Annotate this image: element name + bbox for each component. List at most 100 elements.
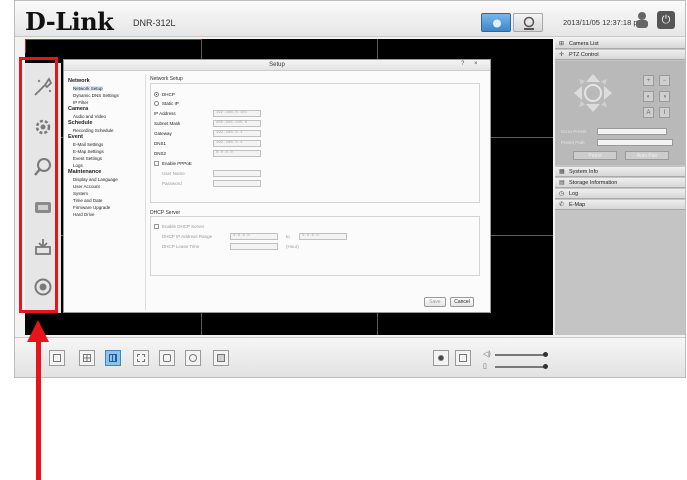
logout-power-icon[interactable]: ⏻ bbox=[657, 11, 675, 29]
camera-list-tab[interactable]: ⊞ Camera List bbox=[555, 39, 685, 49]
focus-near-icon[interactable]: ◐ bbox=[643, 91, 654, 102]
layout-nine-icon[interactable] bbox=[105, 350, 121, 366]
dns1-field[interactable]: 192.168.0.1 bbox=[213, 140, 261, 147]
username-field[interactable] bbox=[213, 170, 261, 177]
menu-item-display-language[interactable]: Display and Language bbox=[73, 177, 118, 182]
iris-close-icon[interactable]: I bbox=[659, 107, 670, 118]
volume-knob[interactable] bbox=[543, 352, 548, 357]
menu-item-event-settings[interactable]: Event Settings bbox=[73, 156, 102, 161]
pppoe-checkbox[interactable] bbox=[154, 161, 159, 166]
emap-icon: ✆ bbox=[559, 202, 565, 208]
emap-tab[interactable]: ✆ E-Map bbox=[555, 200, 685, 210]
selected-channel-frame bbox=[25, 39, 202, 53]
ptz-direction-pad[interactable] bbox=[573, 73, 613, 113]
zoom-in-icon[interactable]: + bbox=[643, 75, 654, 86]
setup-content: Network Setup DHCP Static IP IP Address … bbox=[145, 74, 487, 310]
playback-button[interactable] bbox=[513, 13, 543, 32]
dhcp-range-start-field[interactable]: 0.0.0.0 bbox=[230, 233, 278, 240]
menu-item-logs[interactable]: Logs bbox=[73, 163, 83, 168]
menu-item-user-account[interactable]: User Account bbox=[73, 184, 100, 189]
enable-dhcp-server-label: Enable DHCP Server bbox=[162, 224, 205, 229]
static-ip-radio[interactable] bbox=[154, 101, 159, 106]
help-icon[interactable]: ? bbox=[461, 61, 464, 67]
dns2-label: DNS2 bbox=[154, 151, 167, 156]
iris-open-icon[interactable]: A bbox=[643, 107, 654, 118]
menu-item-audio-video[interactable]: Audio and Video bbox=[73, 114, 106, 119]
password-label: Password bbox=[162, 181, 182, 186]
static-ip-label: Static IP bbox=[162, 101, 179, 106]
mic-slider[interactable] bbox=[495, 366, 545, 368]
layout-quad-icon[interactable] bbox=[79, 350, 95, 366]
mic-icon[interactable]: ▯ bbox=[483, 362, 487, 370]
top-header: D-Link DNR-312L 2013/11/05 12:37:18 pm ⏻ bbox=[15, 1, 685, 37]
goto-preset-select[interactable] bbox=[597, 128, 667, 135]
network-setup-title: Network Setup bbox=[150, 76, 183, 82]
menu-item-ip-filter[interactable]: IP Filter bbox=[73, 100, 88, 105]
cancel-button[interactable]: Cancel bbox=[450, 297, 474, 307]
zoom-out-icon[interactable]: − bbox=[659, 75, 670, 86]
menu-item-hard-drive[interactable]: Hard Drive bbox=[73, 212, 95, 217]
sequence-icon[interactable] bbox=[185, 350, 201, 366]
highlight-box bbox=[19, 57, 58, 313]
live-view-icon bbox=[493, 19, 501, 28]
speaker-icon[interactable]: ◁) bbox=[483, 350, 491, 358]
preset-path-select[interactable] bbox=[597, 139, 673, 146]
storage-info-label: Storage Information bbox=[569, 180, 618, 186]
layout-split-icon[interactable] bbox=[159, 350, 175, 366]
volume-slider[interactable] bbox=[495, 354, 545, 356]
log-tab[interactable]: ◷ Log bbox=[555, 189, 685, 199]
system-info-tab[interactable]: ▦ System Info bbox=[555, 167, 685, 177]
emap-label: E-Map bbox=[569, 202, 586, 208]
log-label: Log bbox=[569, 191, 579, 197]
model-name: DNR-312L bbox=[133, 18, 176, 28]
layout-single-icon[interactable] bbox=[49, 350, 65, 366]
storage-info-tab[interactable]: ▤ Storage Information bbox=[555, 178, 685, 188]
ptz-area: + − ◐ ◑ A I Go to Preset Preset Path Pat… bbox=[555, 61, 685, 165]
menu-item-network-setup[interactable]: Network Setup bbox=[73, 86, 103, 91]
subnet-mask-label: Subnet Mask bbox=[154, 121, 181, 126]
subnet-mask-field[interactable]: 255.255.255.0 bbox=[213, 120, 261, 127]
dialog-title: Setup bbox=[64, 60, 490, 71]
preset-path-label: Preset Path bbox=[561, 140, 585, 145]
dns1-label: DNS1 bbox=[154, 141, 167, 146]
dns2-field[interactable]: 0.0.0.0 bbox=[213, 150, 261, 157]
auto-pan-button[interactable]: Auto Pan bbox=[625, 151, 669, 160]
fullscreen-icon[interactable] bbox=[213, 350, 229, 366]
patrol-button[interactable]: Patrol bbox=[573, 151, 617, 160]
gateway-field[interactable]: 192.168.0.1 bbox=[213, 130, 261, 137]
menu-header-camera: Camera bbox=[68, 106, 89, 112]
close-icon[interactable]: × bbox=[474, 61, 478, 67]
dhcp-range-end-field[interactable]: 0.0.0.0 bbox=[299, 233, 347, 240]
menu-item-emap-settings[interactable]: E-Map Settings bbox=[73, 149, 104, 154]
menu-item-dynamic-dns[interactable]: Dynamic DNS Settings bbox=[73, 93, 119, 98]
layout-custom-icon[interactable] bbox=[133, 350, 149, 366]
brand-logo: D-Link bbox=[25, 7, 114, 36]
ptz-control-tab[interactable]: ✛ PTZ Control bbox=[555, 50, 685, 60]
nvr-web-app: D-Link DNR-312L 2013/11/05 12:37:18 pm ⏻ bbox=[14, 0, 686, 378]
menu-item-recording-schedule[interactable]: Recording Schedule bbox=[73, 128, 114, 133]
mic-knob[interactable] bbox=[543, 364, 548, 369]
pppoe-label: Enable PPPoE bbox=[162, 161, 192, 166]
menu-item-firmware-upgrade[interactable]: Firmware Upgrade bbox=[73, 205, 110, 210]
system-info-label: System Info bbox=[569, 169, 599, 175]
enable-dhcp-server-checkbox[interactable] bbox=[154, 224, 159, 229]
live-view-button[interactable] bbox=[481, 13, 511, 32]
right-control-panel: ⊞ Camera List ✛ PTZ Control + − ◐ ◑ A I … bbox=[555, 39, 685, 335]
pointer-arrow-shaft bbox=[36, 338, 41, 480]
dhcp-lease-field[interactable] bbox=[230, 243, 278, 250]
playback-icon bbox=[523, 16, 535, 30]
focus-far-icon[interactable]: ◑ bbox=[659, 91, 670, 102]
network-setup-box bbox=[150, 83, 480, 203]
setup-menu: Network Network Setup Dynamic DNS Settin… bbox=[66, 74, 142, 310]
dhcp-radio[interactable] bbox=[154, 92, 159, 97]
menu-item-email-settings[interactable]: E-Mail Settings bbox=[73, 142, 103, 147]
user-icon[interactable] bbox=[635, 11, 649, 29]
save-button[interactable]: Save bbox=[424, 297, 446, 307]
menu-item-system[interactable]: System bbox=[73, 191, 88, 196]
menu-header-schedule: Schedule bbox=[68, 120, 93, 126]
password-field[interactable] bbox=[213, 180, 261, 187]
menu-item-time-date[interactable]: Time and Date bbox=[73, 198, 102, 203]
record-icon[interactable] bbox=[455, 350, 471, 366]
ip-address-field[interactable]: 192.168.0.101 bbox=[213, 110, 261, 117]
snapshot-icon[interactable] bbox=[433, 350, 449, 366]
